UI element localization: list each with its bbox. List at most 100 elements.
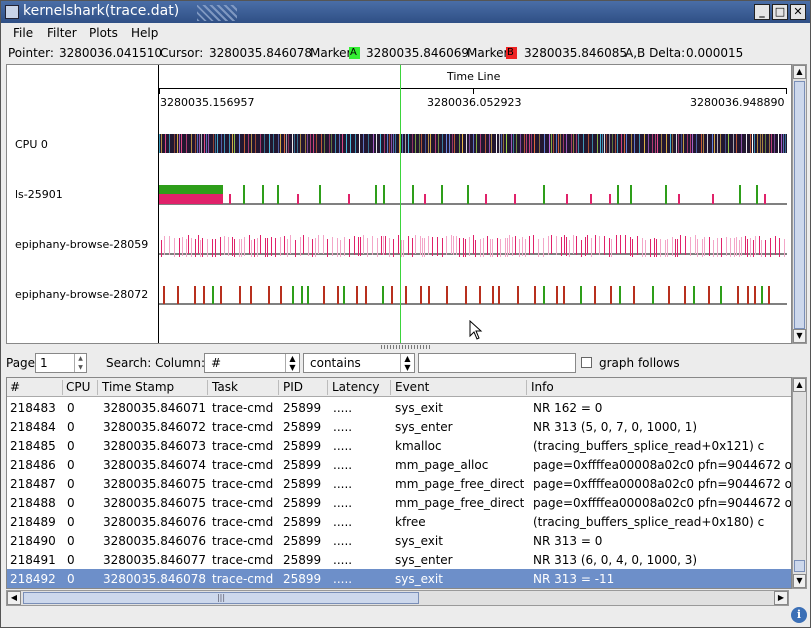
epiphany-event-mark	[650, 239, 651, 257]
search-input[interactable]	[418, 353, 576, 373]
info-icon[interactable]: i	[791, 607, 807, 623]
column-select[interactable]: # ▲ ▼	[204, 353, 300, 373]
cpu-event-mark	[687, 134, 688, 153]
scroll-down-arrow-icon[interactable]: ▼	[793, 574, 806, 588]
epiphany-event-mark	[161, 240, 162, 257]
table-hscroll-thumb[interactable]: |||	[23, 592, 419, 604]
table-cell: 25899	[283, 477, 322, 491]
epiphany-event-mark	[702, 239, 703, 257]
column-header-cpu[interactable]: CPU	[66, 380, 90, 394]
column-header-latency[interactable]: Latency	[332, 380, 379, 394]
menu-help[interactable]: Help	[131, 26, 158, 40]
table-row[interactable]: 218491 0 3280035.846077 trace-cmd 25899.....…	[7, 550, 791, 569]
scroll-up-arrow-icon[interactable]: ▲	[793, 378, 806, 392]
cpu-event-mark	[260, 134, 261, 153]
table-cell: kmalloc	[395, 439, 442, 453]
epiphany-event-mark	[759, 236, 760, 255]
cpu-event-mark	[531, 134, 532, 153]
table-cell: (tracing_buffers_splice_read+0x121) c	[533, 439, 765, 453]
table-row[interactable]: 218492 0 3280035.846078 trace-cmd 25899.....…	[7, 569, 791, 588]
scroll-left-arrow-icon[interactable]: ◀	[7, 591, 21, 605]
cpu-event-mark	[539, 134, 540, 153]
table-row[interactable]: 218485 0 3280035.846073 trace-cmd 25899.....…	[7, 436, 791, 455]
ls-event-mark	[739, 185, 741, 204]
cpu-event-mark	[297, 134, 298, 153]
epiphany-event-mark	[734, 238, 735, 257]
epiphany-28072-plot[interactable]	[159, 283, 787, 307]
table-row[interactable]: 218488 0 3280035.846075 trace-cmd 25899.....…	[7, 493, 791, 512]
row-label-cpu0[interactable]: CPU 0	[15, 138, 48, 151]
graph-follows-checkbox[interactable]	[581, 357, 592, 368]
close-button[interactable]: ✕	[790, 4, 806, 20]
cpu-event-mark	[765, 134, 766, 153]
table-horizontal-scrollbar[interactable]: ◀ ||| ▶	[6, 590, 789, 606]
page-spinbox[interactable]: 1 ▲ ▼	[35, 353, 87, 373]
epiphany-event-mark	[665, 240, 666, 257]
row-label-epiphany-28059[interactable]: epiphany-browse-28059	[15, 238, 148, 251]
epiphany-event-mark	[303, 235, 304, 254]
title-bar[interactable]: kernelshark(trace.dat) _ □ ✕	[1, 1, 810, 23]
ls-event-mark	[262, 185, 264, 204]
table-row[interactable]: 218486 0 3280035.846074 trace-cmd 25899.....…	[7, 455, 791, 474]
maximize-button[interactable]: □	[772, 4, 788, 20]
table-scroll-thumb[interactable]	[794, 560, 805, 572]
row-label-ls[interactable]: ls-25901	[15, 188, 63, 201]
column-header-pid[interactable]: PID	[283, 380, 303, 394]
table-row[interactable]: 218490 0 3280035.846076 trace-cmd 25899.....…	[7, 531, 791, 550]
epiphany-event-mark	[405, 286, 407, 304]
epiphany-event-mark	[642, 238, 643, 257]
column-header-task[interactable]: Task	[212, 380, 238, 394]
column-header-info[interactable]: Info	[531, 380, 554, 394]
menu-filter[interactable]: Filter	[47, 26, 77, 40]
cpu-event-mark	[499, 134, 500, 153]
epiphany-event-mark	[239, 239, 240, 257]
scroll-up-arrow-icon[interactable]: ▲	[793, 65, 806, 79]
epiphany-event-mark	[708, 286, 710, 304]
cpu-event-mark	[473, 134, 474, 153]
table-cell: 218483	[10, 401, 56, 415]
epiphany-event-mark	[344, 237, 345, 256]
column-header-event[interactable]: Event	[395, 380, 429, 394]
table-row[interactable]: 218483 0 3280035.846071 trace-cmd 25899.....…	[7, 398, 791, 417]
cpu-event-mark	[452, 134, 453, 153]
epiphany-event-mark	[432, 237, 433, 256]
epiphany-event-mark	[451, 235, 452, 254]
table-row[interactable]: 218484 0 3280035.846072 trace-cmd 25899.....…	[7, 417, 791, 436]
graph-scroll-thumb[interactable]	[794, 81, 805, 329]
epiphany-event-mark	[469, 237, 470, 256]
table-row[interactable]: 218489 0 3280035.846076 trace-cmd 25899.....…	[7, 512, 791, 531]
table-row[interactable]: 218487 0 3280035.846075 trace-cmd 25899.....…	[7, 474, 791, 493]
cpu-event-mark	[752, 134, 753, 153]
column-header-number[interactable]: #	[10, 380, 20, 394]
event-table[interactable]: # CPU Time Stamp Task PID Latency Event …	[6, 377, 792, 589]
row-label-epiphany-28072[interactable]: epiphany-browse-28072	[15, 288, 148, 301]
kernelshark-window: kernelshark(trace.dat) _ □ ✕ File Filter…	[0, 0, 811, 628]
table-cell: sys_enter	[395, 420, 453, 434]
epiphany-event-mark	[169, 236, 170, 255]
epiphany-event-mark	[690, 237, 691, 256]
pane-splitter[interactable]	[381, 345, 431, 349]
column-divider	[62, 380, 63, 395]
match-mode-select[interactable]: contains ▲ ▼	[303, 353, 415, 373]
table-vertical-scrollbar[interactable]: ▲ ▼	[792, 377, 807, 589]
epiphany-event-mark	[437, 237, 438, 256]
scroll-down-arrow-icon[interactable]: ▼	[793, 329, 806, 343]
spin-arrows-icon[interactable]: ▲ ▼	[74, 354, 86, 372]
scroll-right-arrow-icon[interactable]: ▶	[774, 591, 788, 605]
minimize-button[interactable]: _	[754, 4, 770, 20]
ls-plot[interactable]	[159, 183, 787, 207]
cpu-event-mark	[159, 134, 160, 153]
table-cell: NR 162 = 0	[533, 401, 603, 415]
menu-file[interactable]: File	[13, 26, 33, 40]
graph-vertical-scrollbar[interactable]: ▲ ▼	[792, 64, 807, 344]
column-header-timestamp[interactable]: Time Stamp	[102, 380, 174, 394]
trace-graph[interactable]: Time Line 3280035.156957 3280036.052923 …	[6, 64, 792, 344]
cpu-event-mark	[666, 134, 667, 153]
cpu-event-mark	[604, 134, 605, 153]
cpu0-plot[interactable]	[159, 133, 787, 157]
table-cell: .....	[333, 458, 353, 472]
epiphany-28059-plot[interactable]	[159, 233, 787, 257]
menu-plots[interactable]: Plots	[89, 26, 118, 40]
cpu-event-mark	[506, 134, 507, 153]
epiphany-event-mark	[753, 240, 754, 257]
